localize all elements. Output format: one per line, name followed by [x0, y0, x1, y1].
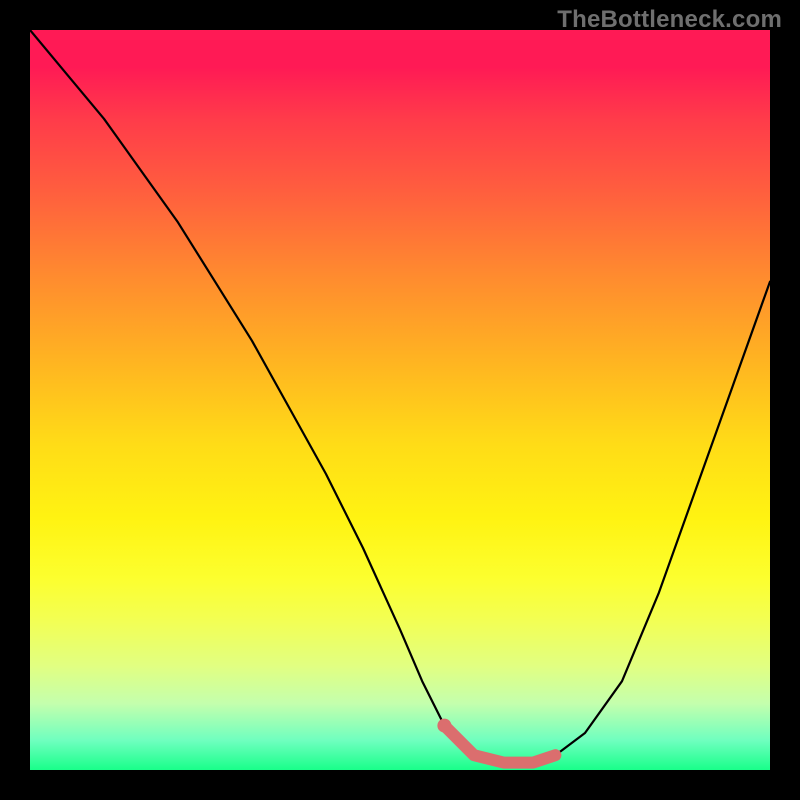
curve-layer — [30, 30, 770, 770]
bottleneck-curve — [30, 30, 770, 763]
chart-stage: TheBottleneck.com — [0, 0, 800, 800]
plot-area — [30, 30, 770, 770]
highlight-dot — [437, 719, 451, 733]
highlight-segment — [444, 726, 555, 763]
